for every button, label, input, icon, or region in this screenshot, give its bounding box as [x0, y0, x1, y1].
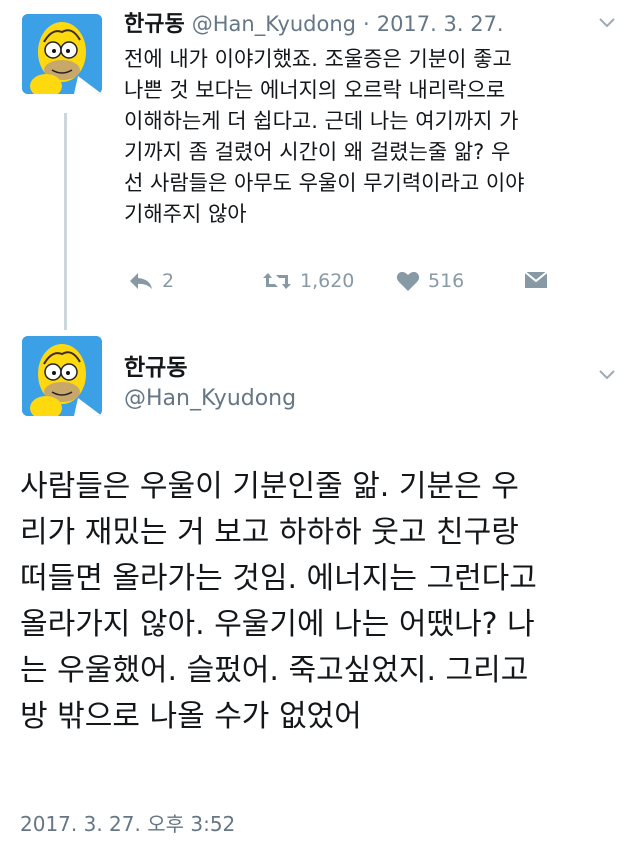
reply-button[interactable]: 2 — [128, 270, 174, 292]
direct-message-button[interactable] — [524, 270, 548, 290]
heart-icon — [396, 271, 420, 291]
avatar[interactable] — [22, 336, 102, 416]
chevron-down-icon[interactable] — [598, 10, 616, 34]
tweet-text-line: 기까지 좀 걸렸어 시간이 왜 걸렸는줄 앎? 우 — [124, 140, 511, 164]
tweet-text-line: 방 밖으로 나올 수가 없었어 — [20, 699, 362, 734]
tweet-text-line: 올라가지 않아. 우울기에 나는 어땠나? 나 — [20, 607, 535, 642]
like-count: 516 — [428, 270, 465, 292]
reply-icon — [130, 273, 152, 289]
like-button[interactable]: 516 — [396, 270, 464, 292]
display-name[interactable]: 한규동 — [124, 12, 185, 37]
tweet-timestamp[interactable]: 2017. 3. 27. 오후 3:52 — [20, 808, 235, 837]
tweet-text: 전에 내가 이야기했죠. 조울증은 기분이 좋고 나쁜 것 보다는 에너지의 오… — [124, 44, 614, 230]
header-separator: · — [363, 12, 370, 36]
tweet-date[interactable]: 2017. 3. 27. — [377, 12, 504, 36]
tweet-text-line: 리가 재밌는 거 보고 하하하 웃고 친구랑 — [20, 515, 519, 550]
chevron-down-icon[interactable] — [598, 362, 616, 386]
retweet-button[interactable]: 1,620 — [262, 270, 354, 292]
tweet-header: 한규동 @Han_Kyudong · 2017. 3. 27. — [124, 6, 504, 38]
homer-avatar-image — [22, 336, 102, 416]
user-handle[interactable]: @Han_Kyudong — [192, 12, 356, 36]
tweet-text-line: 사람들은 우울이 기분인줄 앎. 기분은 우 — [20, 469, 519, 504]
tweet-text-line: 나쁜 것 보다는 에너지의 오르락 내리락으로 — [124, 78, 506, 102]
display-name[interactable]: 한규동 — [124, 348, 187, 382]
tweet-text-line: 전에 내가 이야기했죠. 조울증은 기분이 좋고 — [124, 47, 512, 71]
tweet-text: 사람들은 우울이 기분인줄 앎. 기분은 우 리가 재밌는 거 보고 하하하 웃… — [20, 464, 625, 740]
reply-count: 2 — [162, 270, 175, 292]
avatar[interactable] — [22, 14, 102, 94]
tweet-text-line: 떠들면 올라가는 것임. 에너지는 그런다고 — [20, 561, 537, 596]
tweet-text-line: 기해주지 않아 — [124, 202, 247, 226]
retweet-count: 1,620 — [300, 270, 355, 292]
tweet-text-line: 이해하는게 더 쉽다고. 근데 나는 여기까지 가 — [124, 109, 519, 133]
user-handle[interactable]: @Han_Kyudong — [124, 386, 296, 411]
homer-avatar-image — [22, 14, 102, 94]
thread-connector-line — [64, 113, 67, 330]
tweet-text-line: 는 우울했어. 슬펐어. 죽고싶었지. 그리고 — [20, 653, 529, 688]
retweet-icon — [263, 273, 291, 289]
tweet-text-line: 선 사람들은 아무도 우울이 무기력이라고 이야 — [124, 171, 525, 195]
envelope-icon — [524, 271, 548, 288]
